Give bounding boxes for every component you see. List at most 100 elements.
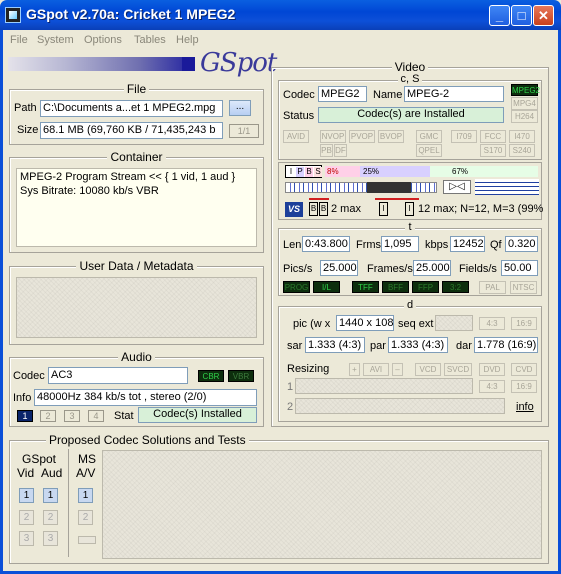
gop-nav-icon[interactable]: ▷◁ (443, 180, 471, 194)
pct-b-bar: 8% (325, 166, 360, 177)
minimize-button[interactable]: _ (489, 5, 510, 26)
audio-group-title: Audio (118, 350, 155, 364)
flag-nvop: NVOP (320, 130, 346, 143)
pct-i-bar: 67% (430, 166, 538, 177)
menu-bar: File System Options Tables Help (0, 30, 561, 51)
aud-3[interactable]: 3 (43, 531, 58, 546)
aud-1[interactable]: 1 (43, 488, 58, 503)
len-label: Len (283, 239, 302, 251)
ms-col-label: MS (78, 452, 96, 466)
badge-mpg4: MPG4 (511, 97, 538, 110)
resize-minus: – (392, 363, 403, 376)
legend-i: I (289, 167, 293, 176)
fields-field: 50.00 (501, 260, 538, 276)
vid-3[interactable]: 3 (19, 531, 34, 546)
flag-df: DF (334, 144, 347, 157)
resize-dvd: DVD (479, 363, 505, 376)
info-link[interactable]: info (516, 401, 534, 413)
gop-strip (285, 182, 437, 193)
container-line1: MPEG-2 Program Stream << { 1 vid, 1 aud … (20, 171, 236, 183)
video-group: Video c, S Codec MPEG2 Name MPEG-2 MPEG2… (271, 60, 549, 427)
file-group-title: File (123, 82, 150, 96)
audio-stream-3[interactable]: 3 (64, 410, 80, 422)
kbps-label: kbps (425, 239, 449, 251)
bframe-icon-1: B (309, 202, 318, 216)
bframe-icon-2: B (319, 202, 328, 216)
video-codec-field: MPEG2 (318, 86, 367, 102)
file-group: File Path C:\Documents a...et 1 MPEG2.mp… (9, 82, 264, 145)
vid-1[interactable]: 1 (19, 488, 34, 503)
window-frame-left (0, 30, 3, 574)
audio-stat-field: Codec(s) Installed (138, 407, 257, 423)
av-3-placeholder (78, 536, 96, 544)
pics-label: Pics/s (283, 263, 313, 275)
userdata-area (16, 277, 257, 338)
flag-pb: PB (320, 144, 333, 157)
frame-type-panel: I P B S 8% 25% 67% ▷◁ VS B B 2 max I I 1… (278, 162, 543, 220)
aud-col-label: Aud (41, 466, 63, 480)
resize-ratio-16-9: 16:9 (511, 380, 537, 393)
cbr-indicator: CBR (198, 370, 224, 382)
codec-subgroup-title: c, S (397, 73, 423, 85)
menu-file[interactable]: File (10, 34, 28, 46)
container-group: Container MPEG-2 Program Stream << { 1 v… (9, 150, 264, 253)
av-col-label: A/V (76, 466, 96, 480)
iframe-icon-1: I (379, 202, 388, 216)
path-field[interactable]: C:\Documents a...et 1 MPEG2.mpg (40, 100, 223, 117)
video-group-title: Video (391, 60, 429, 74)
gop-strip-dark (367, 182, 411, 193)
frms-field: 1,095 (381, 236, 419, 252)
resize-row-1-label: 1 (287, 381, 294, 393)
minimize-icon: _ (495, 8, 504, 23)
scan-32: 3:2 (442, 281, 469, 293)
app-icon (5, 7, 21, 23)
flag-s170: S170 (480, 144, 506, 157)
menu-tables[interactable]: Tables (134, 34, 166, 46)
menu-system[interactable]: System (37, 34, 74, 46)
audio-info-field: 48000Hz 384 kb/s tot , stereo (2/0) (34, 389, 257, 406)
resize-svcd: SVCD (444, 363, 472, 376)
par-field: 1.333 (4:3) (388, 337, 448, 353)
flag-pvop: PVOP (349, 130, 375, 143)
close-button[interactable]: ✕ (533, 5, 554, 26)
fields-label: Fields/s (459, 263, 497, 275)
vs-icon[interactable]: VS (285, 202, 303, 217)
ipbs-legend: I P B S (285, 165, 322, 178)
window-title: GSpot v2.70a: Cricket 1 MPEG2 (26, 6, 236, 22)
video-status-field: Codec(s) are Installed (318, 107, 504, 123)
container-line2: Sys Bitrate: 10080 kb/s VBR (20, 185, 159, 197)
brand-gradient (8, 57, 195, 71)
proposed-output-area (102, 450, 542, 559)
pic-field: 1440 x 1080 (336, 315, 394, 331)
proposed-divider (68, 449, 69, 557)
audio-stream-2[interactable]: 2 (40, 410, 56, 422)
av-1[interactable]: 1 (78, 488, 93, 503)
maximize-button[interactable]: □ (511, 5, 532, 26)
kbps-field: 12452 (450, 236, 485, 252)
sar-field: 1.333 (4:3) (305, 337, 365, 353)
audio-stream-4[interactable]: 4 (88, 410, 104, 422)
badge-h264: H264 (511, 110, 538, 123)
path-label: Path (14, 102, 37, 114)
gop-graph (475, 179, 539, 195)
flag-i709: I709 (451, 130, 477, 143)
audio-stream-1[interactable]: 1 (17, 410, 33, 422)
title-bar[interactable]: GSpot v2.70a: Cricket 1 MPEG2 _ □ ✕ (0, 0, 561, 30)
aud-2[interactable]: 2 (43, 510, 58, 525)
menu-help[interactable]: Help (176, 34, 199, 46)
vid-2[interactable]: 2 (19, 510, 34, 525)
menu-options[interactable]: Options (84, 34, 122, 46)
resize-row-1 (295, 378, 473, 394)
legend-p: P (296, 167, 304, 177)
audio-codec-label: Codec (13, 370, 45, 382)
qf-label: Qf (490, 239, 502, 251)
resizing-label: Resizing (287, 363, 330, 375)
scan-pal: PAL (479, 281, 506, 294)
browse-button[interactable]: ... (229, 100, 251, 116)
pic-label: pic (w x (293, 318, 331, 330)
av-2[interactable]: 2 (78, 510, 93, 525)
video-name-label: Name (373, 89, 403, 101)
pct-p-bar: 25% (360, 166, 430, 177)
legend-s: S (314, 167, 322, 177)
timing-subgroup-title: t (405, 221, 415, 233)
